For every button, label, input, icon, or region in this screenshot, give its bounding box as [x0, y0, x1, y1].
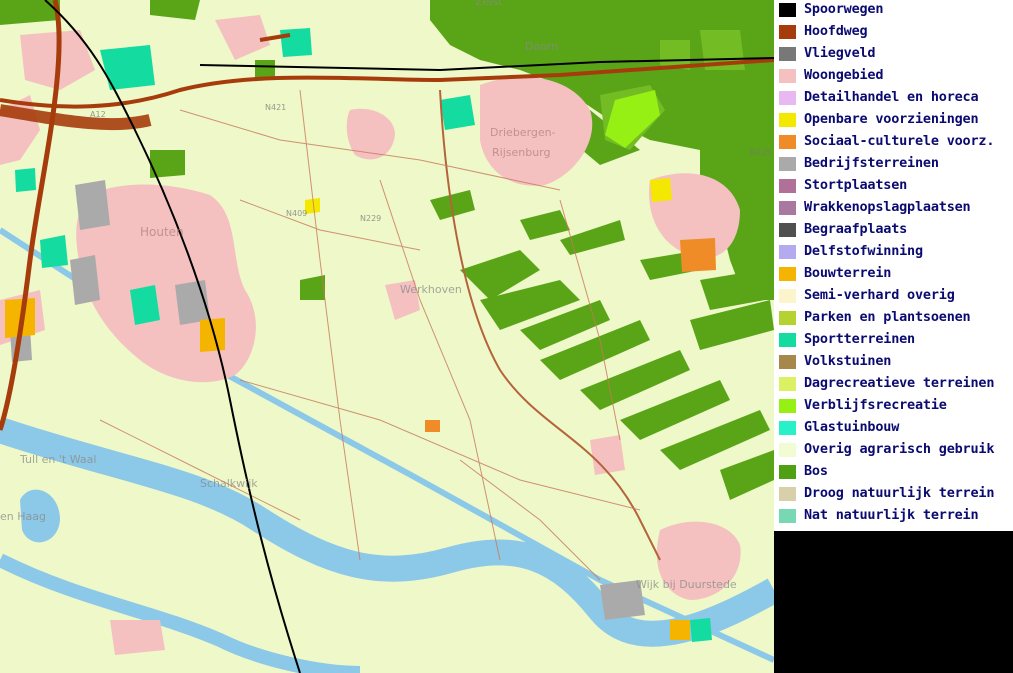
- legend-label: Verblijfsrecreatie: [804, 397, 947, 413]
- map-label-doorn: Doorn: [525, 40, 558, 53]
- legend-swatch: [779, 399, 796, 413]
- legend-swatch: [779, 179, 796, 193]
- map-label-driebergen: Driebergen-: [490, 126, 556, 139]
- legend-swatch: [779, 223, 796, 237]
- legend-swatch: [779, 443, 796, 457]
- legend-item: Bedrijfsterreinen: [774, 154, 1013, 176]
- legend-label: Hoofdweg: [804, 23, 868, 39]
- legend-item: Nat natuurlijk terrein: [774, 506, 1013, 528]
- legend-item: Dagrecreatieve terreinen: [774, 374, 1013, 396]
- legend-label: Begraafplaats: [804, 221, 908, 237]
- legend-swatch: [779, 421, 796, 435]
- map-label-en-hoog: en Haag: [0, 510, 46, 523]
- legend-swatch: [779, 157, 796, 171]
- legend-label: Spoorwegen: [804, 1, 884, 17]
- map-label-zeist: Zeist: [475, 0, 503, 8]
- legend-item: Delfstofwinning: [774, 242, 1013, 264]
- legend-swatch: [779, 69, 796, 83]
- legend-item: Volkstuinen: [774, 352, 1013, 374]
- legend-label: Nat natuurlijk terrein: [804, 507, 979, 523]
- legend-swatch: [779, 91, 796, 105]
- legend-label: Delfstofwinning: [804, 243, 923, 259]
- legend-label: Glastuinbouw: [804, 419, 900, 435]
- land-use-map[interactable]: Houten Werkhoven Driebergen- Rijsenburg …: [0, 0, 774, 673]
- map-label-schalkwijk: Schalkwijk: [200, 477, 258, 490]
- legend-item: Bouwterrein: [774, 264, 1013, 286]
- map-label-tull-waal: Tull en 't Waal: [19, 453, 96, 466]
- legend-swatch: [779, 245, 796, 259]
- legend-item: Detailhandel en horeca: [774, 88, 1013, 110]
- legend-label: Detailhandel en horeca: [804, 89, 979, 105]
- legend-swatch: [779, 113, 796, 127]
- legend-label: Woongebied: [804, 67, 884, 83]
- legend-swatch: [779, 509, 796, 523]
- legend-swatch: [779, 465, 796, 479]
- legend-item: Wrakkenopslagplaatsen: [774, 198, 1013, 220]
- legend-item: Hoofdweg: [774, 22, 1013, 44]
- legend-label: Overig agrarisch gebruik: [804, 441, 995, 457]
- road-label-n409: N409: [286, 209, 307, 218]
- road-label-a12: A12: [90, 110, 106, 119]
- legend-label: Openbare voorzieningen: [804, 111, 979, 127]
- map-label-rijsenburg: Rijsenburg: [492, 146, 551, 159]
- legend-swatch: [779, 487, 796, 501]
- legend-label: Wrakkenopslagplaatsen: [804, 199, 971, 215]
- legend-item: Glastuinbouw: [774, 418, 1013, 440]
- legend-swatch: [779, 311, 796, 325]
- legend-label: Dagrecreatieve terreinen: [804, 375, 995, 391]
- legend-item: Semi-verhard overig: [774, 286, 1013, 308]
- legend-swatch: [779, 135, 796, 149]
- map-label-werkhoven: Werkhoven: [400, 283, 462, 296]
- legend-swatch: [779, 201, 796, 215]
- map-legend: Spoorwegen Hoofdweg Vliegveld Woongebied Det…: [774, 0, 1013, 531]
- road-label-n421: N421: [265, 103, 286, 112]
- road-label-n225: N225: [750, 148, 771, 157]
- legend-label: Bos: [804, 463, 828, 479]
- legend-swatch: [779, 267, 796, 281]
- legend-item: Sportterreinen: [774, 330, 1013, 352]
- legend-label: Bouwterrein: [804, 265, 892, 281]
- legend-label: Stortplaatsen: [804, 177, 908, 193]
- legend-swatch: [779, 47, 796, 61]
- legend-item: Spoorwegen: [774, 0, 1013, 22]
- legend-swatch: [779, 289, 796, 303]
- legend-swatch: [779, 3, 796, 17]
- legend-swatch: [779, 25, 796, 39]
- legend-label: Bedrijfsterreinen: [804, 155, 939, 171]
- legend-item: Begraafplaats: [774, 220, 1013, 242]
- legend-label: Sociaal-culturele voorz.: [804, 133, 995, 149]
- legend-swatch: [779, 355, 796, 369]
- legend-swatch: [779, 377, 796, 391]
- road-label-n229: N229: [360, 214, 381, 223]
- map-label-houten: Houten: [140, 225, 184, 239]
- legend-swatch: [779, 333, 796, 347]
- legend-item: Stortplaatsen: [774, 176, 1013, 198]
- legend-label: Sportterreinen: [804, 331, 915, 347]
- legend-label: Parken en plantsoenen: [804, 309, 971, 325]
- legend-label: Droog natuurlijk terrein: [804, 485, 995, 501]
- legend-item: Vliegveld: [774, 44, 1013, 66]
- legend-label: Semi-verhard overig: [804, 287, 955, 303]
- legend-label: Vliegveld: [804, 45, 876, 61]
- legend-item: Openbare voorzieningen: [774, 110, 1013, 132]
- legend-item: Parken en plantsoenen: [774, 308, 1013, 330]
- legend-item: Sociaal-culturele voorz.: [774, 132, 1013, 154]
- legend-item: Overig agrarisch gebruik: [774, 440, 1013, 462]
- legend-label: Volkstuinen: [804, 353, 892, 369]
- legend-item: Bos: [774, 462, 1013, 484]
- legend-item: Droog natuurlijk terrein: [774, 484, 1013, 506]
- legend-item: Woongebied: [774, 66, 1013, 88]
- legend-item: Verblijfsrecreatie: [774, 396, 1013, 418]
- map-label-wijk: Wijk bij Duurstede: [636, 578, 737, 591]
